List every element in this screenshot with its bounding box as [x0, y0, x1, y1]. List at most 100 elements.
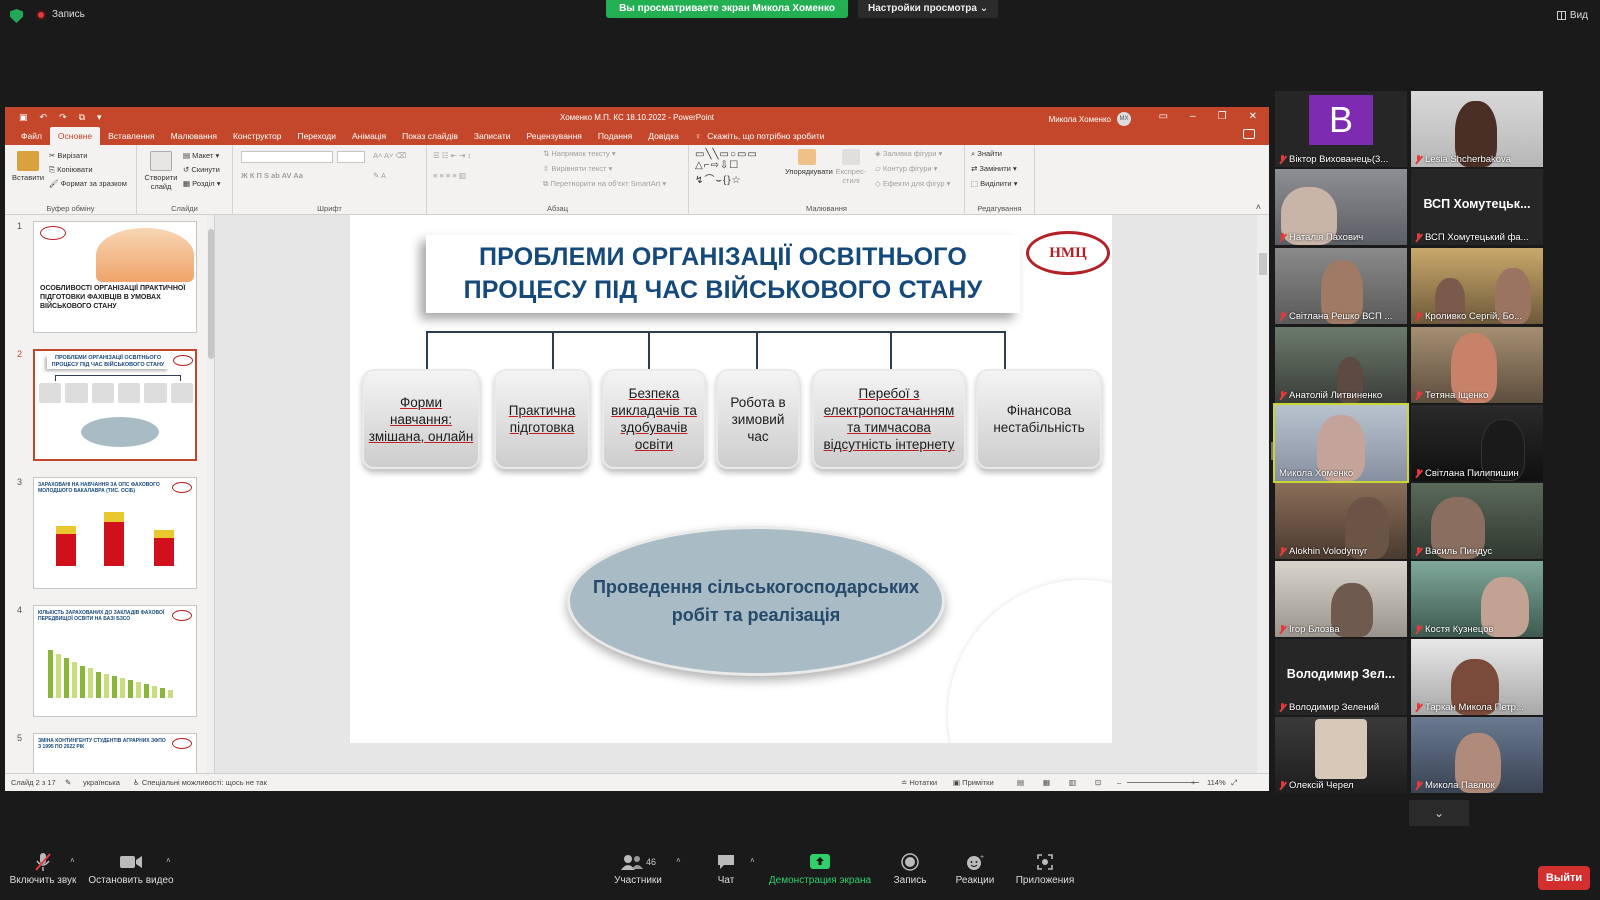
- participant-tile[interactable]: Кроливко Сергій, Бо...: [1411, 248, 1543, 324]
- audio-options-caret[interactable]: ˄: [70, 856, 75, 865]
- quick-styles-button[interactable]: Експрес-стилі: [833, 149, 869, 185]
- slide-thumbnail-1[interactable]: ОСОБЛИВОСТІ ОРГАНІЗАЦІЇ ПРАКТИЧНОЇ ПІДГО…: [33, 221, 197, 333]
- thumbnails-scrollbar[interactable]: [207, 215, 214, 773]
- zoom-in-icon[interactable]: +: [1191, 778, 1195, 787]
- font-color-icons[interactable]: ✎ A: [373, 171, 386, 180]
- select-button[interactable]: ⬚ Виділити ▾: [971, 179, 1017, 188]
- ribbon-display-icon[interactable]: ▭: [1159, 111, 1168, 122]
- tab-animations[interactable]: Анімація: [344, 131, 394, 145]
- new-slide-button[interactable]: Створити слайд: [141, 151, 181, 191]
- tab-review[interactable]: Рецензування: [519, 131, 590, 145]
- tab-home[interactable]: Основне: [49, 127, 101, 145]
- gallery-next-page-button[interactable]: ⌄: [1409, 800, 1469, 826]
- agricultural-works-ellipse[interactable]: Проведення сільськогосподарських робіт т…: [567, 526, 945, 676]
- copy-button[interactable]: ⎘ Копіювати: [49, 165, 93, 175]
- smartart-button[interactable]: ⧉ Перетворити на об'єкт SmartArt ▾: [543, 179, 666, 189]
- font-grow-shrink-icons[interactable]: A˄ A˅ ⌫: [373, 151, 406, 160]
- participant-tile[interactable]: Lesia Shcherbakova: [1411, 91, 1543, 167]
- font-style-buttons[interactable]: Ж К П S ab AV Aa: [241, 171, 303, 180]
- video-options-caret[interactable]: ˄: [166, 856, 171, 865]
- accessibility-status[interactable]: ♿ Спеціальні можливості: щось не так: [133, 778, 267, 787]
- align-text-button[interactable]: ⇳ Вирівняти текст ▾: [543, 164, 612, 173]
- participant-tile[interactable]: Костя Кузнецов: [1411, 561, 1543, 637]
- share-screen-button[interactable]: Демонстрация экрана: [768, 852, 872, 886]
- layout-button[interactable]: ▤ Макет ▾: [183, 151, 219, 160]
- tell-me-search[interactable]: ♀ Скажіть, що потрібно зробити: [687, 131, 833, 145]
- slide-scrollbar[interactable]: [1257, 215, 1269, 773]
- language-indicator[interactable]: українська: [83, 778, 120, 787]
- close-icon[interactable]: ✕: [1249, 111, 1257, 122]
- reactions-button[interactable]: + Реакции: [952, 852, 998, 886]
- tab-transitions[interactable]: Переходи: [289, 131, 344, 145]
- slide-thumbnail-2[interactable]: ПРОБЛЕМИ ОРГАНІЗАЦІЇ ОСВІТНЬОГО ПРОЦЕСУ …: [33, 349, 197, 461]
- comments-icon[interactable]: [1243, 129, 1255, 139]
- view-settings-button[interactable]: Настройки просмотра ⌄: [858, 0, 999, 18]
- panel-resize-handle[interactable]: [1271, 442, 1274, 460]
- normal-view-icon[interactable]: ▤: [1017, 778, 1024, 787]
- shape-effects-button[interactable]: ◇ Ефекти для фігур ▾: [875, 179, 950, 188]
- participant-tile[interactable]: B Віктор Вихованець(3...: [1275, 91, 1407, 167]
- tab-file[interactable]: Файл: [13, 131, 50, 145]
- scroll-thumb[interactable]: [1259, 253, 1267, 275]
- issue-card-winter-work[interactable]: Робота в зимовий час: [716, 369, 800, 469]
- slideshow-icon[interactable]: ⊡: [1095, 778, 1101, 787]
- chat-button[interactable]: Чат: [708, 852, 744, 886]
- participants-options-caret[interactable]: ˄: [676, 856, 681, 865]
- format-painter-button[interactable]: 🖌 Формат за зразком: [49, 179, 127, 188]
- participant-tile[interactable]: Світлана Пилипишин: [1411, 405, 1543, 481]
- collapse-ribbon-icon[interactable]: ˄: [1256, 202, 1261, 212]
- reading-view-icon[interactable]: ▥: [1069, 778, 1076, 787]
- zoom-slider[interactable]: [1127, 782, 1199, 783]
- participant-tile[interactable]: Микола Павлюк: [1411, 717, 1543, 793]
- record-button[interactable]: Запись: [888, 852, 932, 886]
- slide-thumbnail-3[interactable]: ЗАРАХОВАНІ НА НАВЧАННЯ ЗА ОПС ФАХОВОГО М…: [33, 477, 197, 589]
- participant-tile[interactable]: Наталія Пахович: [1275, 169, 1407, 245]
- section-button[interactable]: ▦ Розділ ▾: [183, 179, 220, 188]
- slide-thumbnail-5[interactable]: ЗМІНА КОНТИНГЕНТУ СТУДЕНТІВ АГРАРНИХ ЗФП…: [33, 733, 197, 773]
- shape-outline-button[interactable]: ▱ Контур фігури ▾: [875, 164, 937, 173]
- font-family-select[interactable]: [241, 151, 333, 163]
- zoom-out-icon[interactable]: –: [1117, 778, 1121, 787]
- participant-tile[interactable]: ВСП Хомутецьк... ВСП Хомутецький фа...: [1411, 169, 1543, 245]
- leave-meeting-button[interactable]: Выйти: [1538, 866, 1590, 890]
- tab-design[interactable]: Конструктор: [225, 131, 289, 145]
- notes-button[interactable]: ≐ Нотатки: [901, 778, 937, 787]
- participant-tile-active-speaker[interactable]: Микола Хоменко: [1273, 403, 1409, 483]
- participant-tile[interactable]: Володимир Зел... Володимир Зелений: [1275, 639, 1407, 715]
- slide-canvas[interactable]: ПРОБЛЕМИ ОРГАНІЗАЦІЇ ОСВІТНЬОГО ПРОЦЕСУ …: [350, 215, 1112, 743]
- find-button[interactable]: ⌕ Знайти: [971, 149, 1002, 159]
- issue-card-safety[interactable]: Безпека викладачів та здобувачів освіти: [602, 369, 706, 469]
- scroll-thumb[interactable]: [208, 229, 214, 359]
- align-buttons[interactable]: ≡ ≡ ≡ ≡ ▥: [433, 171, 466, 180]
- paste-button[interactable]: Вставити: [11, 151, 45, 182]
- arrange-button[interactable]: Упорядкувати: [785, 149, 833, 176]
- comments-button[interactable]: ▣ Примітки: [953, 778, 994, 787]
- participant-tile[interactable]: Василь Пиндус: [1411, 483, 1543, 559]
- spellcheck-icon[interactable]: ✎: [65, 778, 71, 787]
- tab-draw[interactable]: Малювання: [163, 131, 225, 145]
- font-size-select[interactable]: [337, 151, 365, 163]
- issue-card-practical-training[interactable]: Практична підготовка: [494, 369, 590, 469]
- participant-tile[interactable]: Alokhin Volodymyr: [1275, 483, 1407, 559]
- shapes-gallery[interactable]: ▭╲╲▭○▭▭ △⌐⇨⇩☐ ↯⌒⌣{}☆: [695, 149, 758, 186]
- reset-button[interactable]: ↺ Скинути: [183, 165, 220, 174]
- tab-record[interactable]: Записати: [466, 131, 519, 145]
- list-buttons[interactable]: ☰ ☷ ⇤ ⇥ ↕: [433, 151, 471, 160]
- stop-video-button[interactable]: Остановить видео: [88, 852, 174, 886]
- view-layout-button[interactable]: Вид: [1556, 10, 1588, 21]
- shape-fill-button[interactable]: ◈ Заливка фігури ▾: [875, 149, 942, 158]
- issue-card-power-outages[interactable]: Перебої з електропостачанням та тимчасов…: [812, 369, 966, 469]
- tab-slideshow[interactable]: Показ слайдів: [394, 131, 466, 145]
- participant-tile[interactable]: Тетяна Іщенко: [1411, 327, 1543, 403]
- chat-options-caret[interactable]: ˄: [750, 856, 755, 865]
- participant-tile[interactable]: Олексій Черел: [1275, 717, 1407, 793]
- issue-card-financial-instability[interactable]: Фінансова нестабільність: [976, 369, 1102, 469]
- tab-insert[interactable]: Вставлення: [100, 131, 162, 145]
- restore-icon[interactable]: ❐: [1218, 111, 1227, 122]
- recording-indicator[interactable]: Запись: [36, 9, 85, 20]
- tab-help[interactable]: Довідка: [640, 131, 687, 145]
- user-account[interactable]: Микола Хоменко МХ: [1049, 112, 1131, 126]
- participants-button[interactable]: 46 Участники: [610, 852, 666, 886]
- text-direction-button[interactable]: ⇅ Напрямок тексту ▾: [543, 149, 616, 158]
- slide-thumbnail-4[interactable]: КІЛЬКІСТЬ ЗАРАХОВАНИХ ДО ЗАКЛАДІВ ФАХОВО…: [33, 605, 197, 717]
